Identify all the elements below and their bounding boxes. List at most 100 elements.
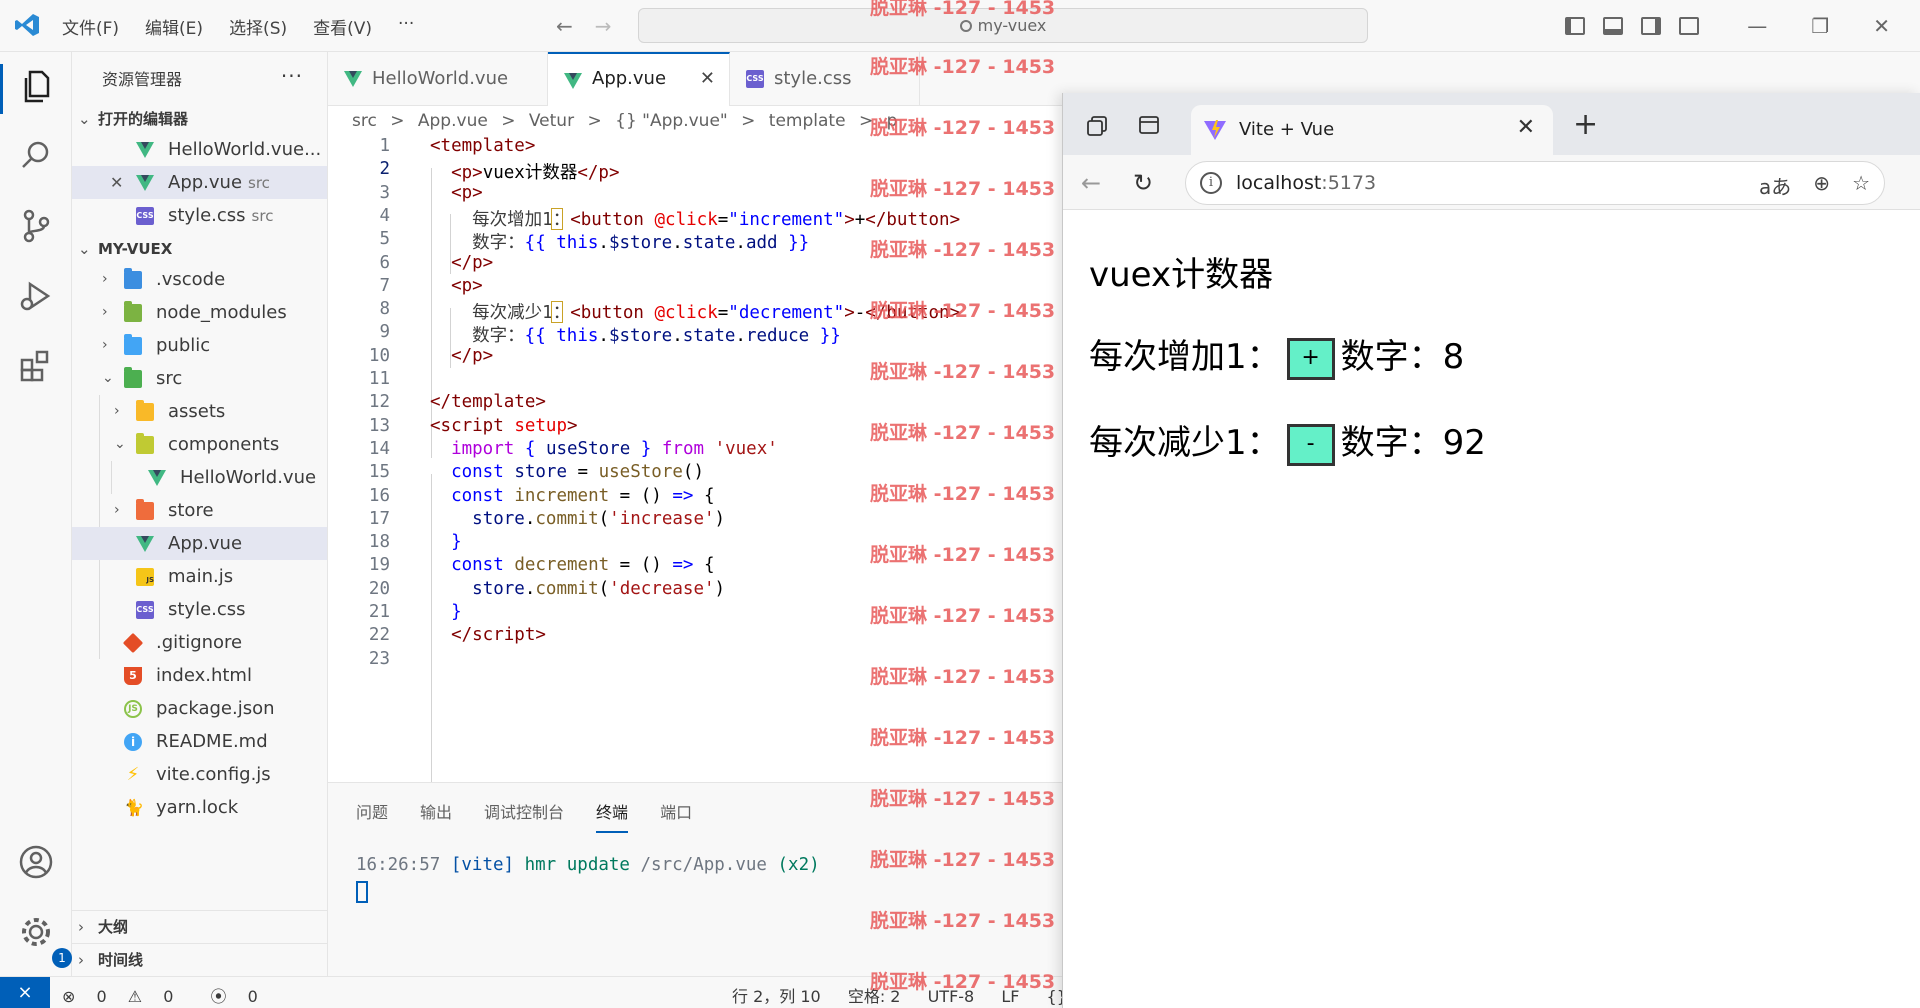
tab-app-vue[interactable]: App.vue ✕ bbox=[548, 52, 730, 106]
tree-file[interactable]: App.vue bbox=[72, 527, 327, 560]
tree-file[interactable]: .gitignore bbox=[72, 626, 327, 659]
open-editors-title: 打开的编辑器 bbox=[98, 110, 189, 128]
line-number: 21 bbox=[368, 602, 390, 622]
browser-window: Vite + Vue ✕ + ← ↻ i localhost:5173 aあ ⊕… bbox=[1062, 93, 1920, 1008]
tab-problems[interactable]: 问题 bbox=[356, 799, 388, 833]
browser-tab-bar: Vite + Vue ✕ + bbox=[1063, 93, 1920, 155]
code-line: </template> bbox=[430, 392, 546, 413]
tab-debug-console[interactable]: 调试控制台 bbox=[484, 799, 564, 833]
tab-output[interactable]: 输出 bbox=[420, 799, 452, 833]
new-tab-icon[interactable]: + bbox=[1573, 107, 1598, 142]
restore-icon[interactable]: ❐ bbox=[1811, 14, 1829, 38]
terminal-output[interactable]: 16:26:57 [vite] hmr update /src/App.vue … bbox=[356, 855, 820, 875]
favorite-star-icon[interactable]: ☆ bbox=[1852, 171, 1870, 200]
tab-collections-icon[interactable] bbox=[1085, 113, 1109, 137]
code-line: import { useStore } from 'vuex' bbox=[451, 438, 778, 459]
search-icon[interactable] bbox=[16, 136, 56, 176]
tree-folder[interactable]: › assets bbox=[72, 395, 327, 428]
tree-file[interactable]: CSS style.css bbox=[72, 593, 327, 626]
toggle-panel-icon[interactable] bbox=[1603, 17, 1624, 35]
tree-file[interactable]: JS main.js bbox=[72, 560, 327, 593]
tree-file[interactable]: i README.md bbox=[72, 725, 327, 758]
refresh-icon[interactable]: ↻ bbox=[1133, 169, 1153, 197]
timeline-section[interactable]: › 时间线 bbox=[72, 943, 327, 976]
open-editor-item[interactable]: HelloWorld.vue... bbox=[72, 133, 327, 166]
account-icon[interactable] bbox=[16, 842, 56, 882]
menu-file[interactable]: 文件(F) bbox=[62, 14, 119, 39]
outline-section[interactable]: › 大纲 bbox=[72, 910, 327, 943]
decrement-label: 每次减少1： bbox=[1089, 423, 1281, 463]
browser-tab[interactable]: Vite + Vue ✕ bbox=[1191, 105, 1553, 155]
tree-folder[interactable]: ⌄ src bbox=[72, 362, 327, 395]
terminal-count: (x2) bbox=[777, 855, 820, 875]
tree-file[interactable]: 5 index.html bbox=[72, 659, 327, 692]
breadcrumb-item[interactable]: {} "App.vue" bbox=[615, 111, 728, 131]
decrement-button[interactable]: - bbox=[1286, 423, 1335, 466]
source-control-icon[interactable] bbox=[16, 206, 56, 246]
nodejs-file-icon: JS bbox=[124, 700, 142, 718]
menu-view[interactable]: 查看(V) bbox=[313, 14, 372, 39]
tree-file[interactable]: JS package.json bbox=[72, 692, 327, 725]
line-number: 22 bbox=[368, 625, 390, 646]
tree-folder[interactable]: › node_modules bbox=[72, 296, 327, 329]
close-editor-icon[interactable]: ✕ bbox=[110, 166, 123, 199]
site-info-icon[interactable]: i bbox=[1200, 172, 1222, 194]
tree-label: index.html bbox=[156, 665, 252, 686]
increment-value-label: 数字： bbox=[1340, 337, 1443, 377]
toggle-secondary-sidebar-icon[interactable] bbox=[1641, 17, 1662, 35]
open-editor-path: src bbox=[251, 207, 274, 225]
breadcrumb-item[interactable]: src bbox=[352, 111, 377, 131]
close-tab-icon[interactable]: ✕ bbox=[1517, 115, 1535, 140]
forward-arrow-icon[interactable]: → bbox=[595, 14, 612, 38]
cursor-position[interactable]: 行 2，列 10 bbox=[732, 987, 821, 1006]
tree-file[interactable]: HelloWorld.vue bbox=[72, 461, 327, 494]
read-aloud-icon[interactable]: aあ bbox=[1759, 171, 1791, 200]
back-icon[interactable]: ← bbox=[1081, 169, 1101, 197]
breadcrumb-item[interactable]: template bbox=[769, 111, 846, 131]
run-debug-icon[interactable] bbox=[16, 276, 56, 316]
menu-more[interactable]: ··· bbox=[398, 14, 414, 39]
error-count: 0 bbox=[96, 987, 107, 1006]
code-line: <p>vuex计数器</p> bbox=[451, 163, 620, 184]
ports-status[interactable]: ⦿ 0 bbox=[211, 987, 274, 1006]
more-actions-icon[interactable]: ··· bbox=[281, 64, 303, 88]
toggle-sidebar-icon[interactable] bbox=[1565, 17, 1586, 35]
tree-folder[interactable]: › public bbox=[72, 329, 327, 362]
open-editor-item[interactable]: ✕ App.vue src bbox=[72, 166, 327, 199]
url-field[interactable]: i localhost:5173 aあ ⊕ ☆ bbox=[1185, 161, 1885, 205]
open-editors-section[interactable]: ⌄ 打开的编辑器 bbox=[72, 106, 327, 133]
zoom-icon[interactable]: ⊕ bbox=[1813, 171, 1830, 200]
menu-selection[interactable]: 选择(S) bbox=[229, 14, 287, 39]
close-tab-icon[interactable]: ✕ bbox=[700, 54, 715, 104]
minimize-icon[interactable]: — bbox=[1747, 14, 1767, 38]
increment-value: 8 bbox=[1442, 337, 1465, 377]
extensions-icon[interactable] bbox=[16, 346, 56, 386]
tree-folder[interactable]: › .vscode bbox=[72, 263, 327, 296]
back-arrow-icon[interactable]: ← bbox=[556, 14, 573, 38]
address-bar-row: ← ↻ i localhost:5173 aあ ⊕ ☆ bbox=[1063, 155, 1920, 210]
breadcrumb-item[interactable]: Vetur bbox=[529, 111, 574, 131]
tree-folder[interactable]: › store bbox=[72, 494, 327, 527]
close-window-icon[interactable]: ✕ bbox=[1873, 14, 1890, 38]
tab-helloworld[interactable]: HelloWorld.vue bbox=[328, 52, 548, 106]
tree-file[interactable]: 🐈 yarn.lock bbox=[72, 791, 327, 824]
remote-icon[interactable]: ⨯ bbox=[0, 977, 50, 1008]
decrement-row: 每次减少1： - 数字：92 bbox=[1089, 415, 1486, 466]
tab-terminal[interactable]: 终端 bbox=[596, 799, 629, 833]
customize-layout-icon[interactable] bbox=[1679, 17, 1700, 35]
open-editor-item[interactable]: CSS style.css src bbox=[72, 199, 327, 232]
project-section[interactable]: ⌄ MY-VUEX bbox=[72, 236, 327, 263]
explorer-icon[interactable] bbox=[16, 66, 56, 106]
breadcrumb-item[interactable]: App.vue bbox=[418, 111, 488, 131]
open-editor-label: HelloWorld.vue... bbox=[168, 139, 322, 160]
workspaces-icon[interactable] bbox=[1137, 113, 1161, 137]
tree-folder[interactable]: ⌄ components bbox=[72, 428, 327, 461]
tab-ports[interactable]: 端口 bbox=[660, 799, 692, 833]
tree-file[interactable]: ⚡ vite.config.js bbox=[72, 758, 327, 791]
problems-status[interactable]: ⊗ 0 ⚠ 0 bbox=[62, 987, 189, 1006]
menu-edit[interactable]: 编辑(E) bbox=[145, 14, 203, 39]
manage-gear-icon[interactable]: 1 bbox=[16, 912, 72, 968]
store-folder-icon bbox=[136, 499, 154, 520]
line-number: 20 bbox=[368, 578, 390, 599]
increment-button[interactable]: + bbox=[1286, 337, 1335, 380]
